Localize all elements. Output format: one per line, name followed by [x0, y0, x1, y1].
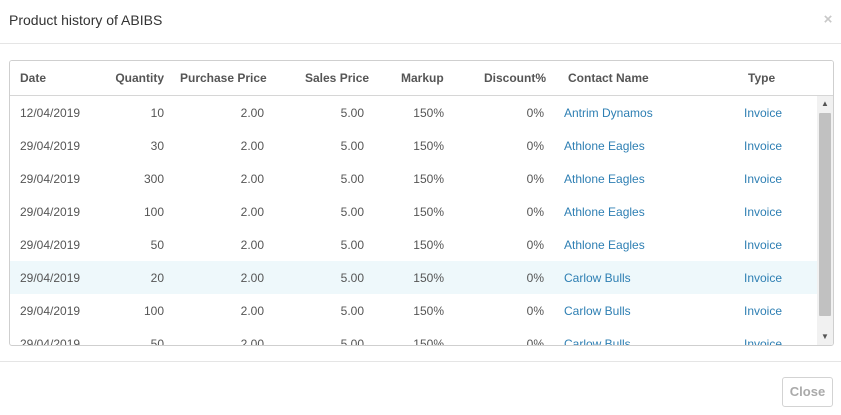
cell-date: 29/04/2019 [20, 238, 81, 252]
contact-link[interactable]: Athlone Eagles [564, 238, 645, 252]
table-header: Date Quantity Purchase Price Sales Price… [10, 61, 833, 96]
column-header-date[interactable]: Date [20, 71, 46, 85]
cell-date: 29/04/2019 [20, 304, 81, 318]
cell-markup: 150% [413, 271, 444, 285]
cell-sales-price: 5.00 [340, 139, 364, 153]
type-link[interactable]: Invoice [744, 304, 782, 318]
cell-quantity: 10 [150, 106, 164, 120]
cell-markup: 150% [413, 337, 444, 345]
contact-link[interactable]: Athlone Eagles [564, 172, 645, 186]
cell-discount: 0% [526, 106, 544, 120]
cell-markup: 150% [413, 172, 444, 186]
table-row[interactable]: 29/04/2019 50 2.00 5.00 150% 0% Carlow B… [10, 327, 817, 345]
cell-sales-price: 5.00 [340, 304, 364, 318]
cell-markup: 150% [413, 106, 444, 120]
column-header-sales-price[interactable]: Sales Price [305, 71, 369, 85]
cell-discount: 0% [526, 172, 544, 186]
type-link[interactable]: Invoice [744, 172, 782, 186]
cell-markup: 150% [413, 304, 444, 318]
cell-discount: 0% [526, 304, 544, 318]
cell-sales-price: 5.00 [340, 205, 364, 219]
cell-sales-price: 5.00 [340, 106, 364, 120]
contact-link[interactable]: Athlone Eagles [564, 139, 645, 153]
cell-quantity: 100 [143, 205, 164, 219]
cell-quantity: 100 [143, 304, 164, 318]
column-header-markup[interactable]: Markup [401, 71, 449, 85]
table-body: 12/04/2019 10 2.00 5.00 150% 0% Antrim D… [10, 96, 817, 345]
cell-discount: 0% [526, 337, 544, 345]
column-header-purchase-price[interactable]: Purchase Price [180, 71, 270, 85]
cell-sales-price: 5.00 [340, 337, 364, 345]
cell-date: 29/04/2019 [20, 271, 81, 285]
close-icon[interactable]: × [821, 12, 835, 27]
type-link[interactable]: Invoice [744, 337, 782, 345]
modal-header: Product history of ABIBS × [0, 0, 841, 44]
product-history-table: Date Quantity Purchase Price Sales Price… [9, 60, 834, 346]
cell-markup: 150% [413, 139, 444, 153]
table-row[interactable]: 12/04/2019 10 2.00 5.00 150% 0% Antrim D… [10, 96, 817, 129]
cell-date: 29/04/2019 [20, 337, 81, 345]
type-link[interactable]: Invoice [744, 238, 782, 252]
cell-sales-price: 5.00 [340, 238, 364, 252]
cell-sales-price: 5.00 [340, 271, 364, 285]
close-button[interactable]: Close [782, 377, 833, 407]
cell-markup: 150% [413, 238, 444, 252]
table-row[interactable]: 29/04/2019 100 2.00 5.00 150% 0% Athlone… [10, 195, 817, 228]
scroll-down-icon[interactable]: ▼ [817, 331, 833, 343]
cell-discount: 0% [526, 238, 544, 252]
contact-link[interactable]: Antrim Dynamos [564, 106, 653, 120]
cell-date: 29/04/2019 [20, 172, 81, 186]
contact-link[interactable]: Athlone Eagles [564, 205, 645, 219]
cell-purchase-price: 2.00 [240, 172, 264, 186]
modal-title: Product history of ABIBS [9, 12, 163, 28]
column-header-type[interactable]: Type [748, 71, 775, 85]
cell-discount: 0% [526, 205, 544, 219]
cell-sales-price: 5.00 [340, 172, 364, 186]
modal-footer: Close [0, 361, 841, 415]
cell-quantity: 20 [150, 271, 164, 285]
contact-link[interactable]: Carlow Bulls [564, 271, 631, 285]
cell-quantity: 300 [143, 172, 164, 186]
cell-quantity: 30 [150, 139, 164, 153]
cell-purchase-price: 2.00 [240, 238, 264, 252]
cell-date: 29/04/2019 [20, 139, 81, 153]
table-row[interactable]: 29/04/2019 30 2.00 5.00 150% 0% Athlone … [10, 129, 817, 162]
table-row[interactable]: 29/04/2019 20 2.00 5.00 150% 0% Carlow B… [10, 261, 817, 294]
column-header-quantity[interactable]: Quantity [104, 71, 164, 85]
table-row[interactable]: 29/04/2019 100 2.00 5.00 150% 0% Carlow … [10, 294, 817, 327]
contact-link[interactable]: Carlow Bulls [564, 337, 631, 345]
scroll-up-icon[interactable]: ▲ [817, 98, 833, 110]
cell-discount: 0% [526, 139, 544, 153]
cell-purchase-price: 2.00 [240, 205, 264, 219]
cell-date: 12/04/2019 [20, 106, 81, 120]
type-link[interactable]: Invoice [744, 106, 782, 120]
column-header-discount[interactable]: Discount% [484, 71, 547, 85]
cell-quantity: 50 [150, 238, 164, 252]
type-link[interactable]: Invoice [744, 139, 782, 153]
type-link[interactable]: Invoice [744, 205, 782, 219]
cell-purchase-price: 2.00 [240, 337, 264, 345]
cell-purchase-price: 2.00 [240, 139, 264, 153]
contact-link[interactable]: Carlow Bulls [564, 304, 631, 318]
scrollbar-thumb[interactable] [819, 113, 831, 316]
cell-purchase-price: 2.00 [240, 106, 264, 120]
table-row[interactable]: 29/04/2019 50 2.00 5.00 150% 0% Athlone … [10, 228, 817, 261]
cell-markup: 150% [413, 205, 444, 219]
cell-discount: 0% [526, 271, 544, 285]
vertical-scrollbar[interactable]: ▲ ▼ [817, 96, 833, 345]
cell-quantity: 50 [150, 337, 164, 345]
table-row[interactable]: 29/04/2019 300 2.00 5.00 150% 0% Athlone… [10, 162, 817, 195]
cell-date: 29/04/2019 [20, 205, 81, 219]
column-header-contact-name[interactable]: Contact Name [568, 71, 649, 85]
cell-purchase-price: 2.00 [240, 271, 264, 285]
cell-purchase-price: 2.00 [240, 304, 264, 318]
type-link[interactable]: Invoice [744, 271, 782, 285]
